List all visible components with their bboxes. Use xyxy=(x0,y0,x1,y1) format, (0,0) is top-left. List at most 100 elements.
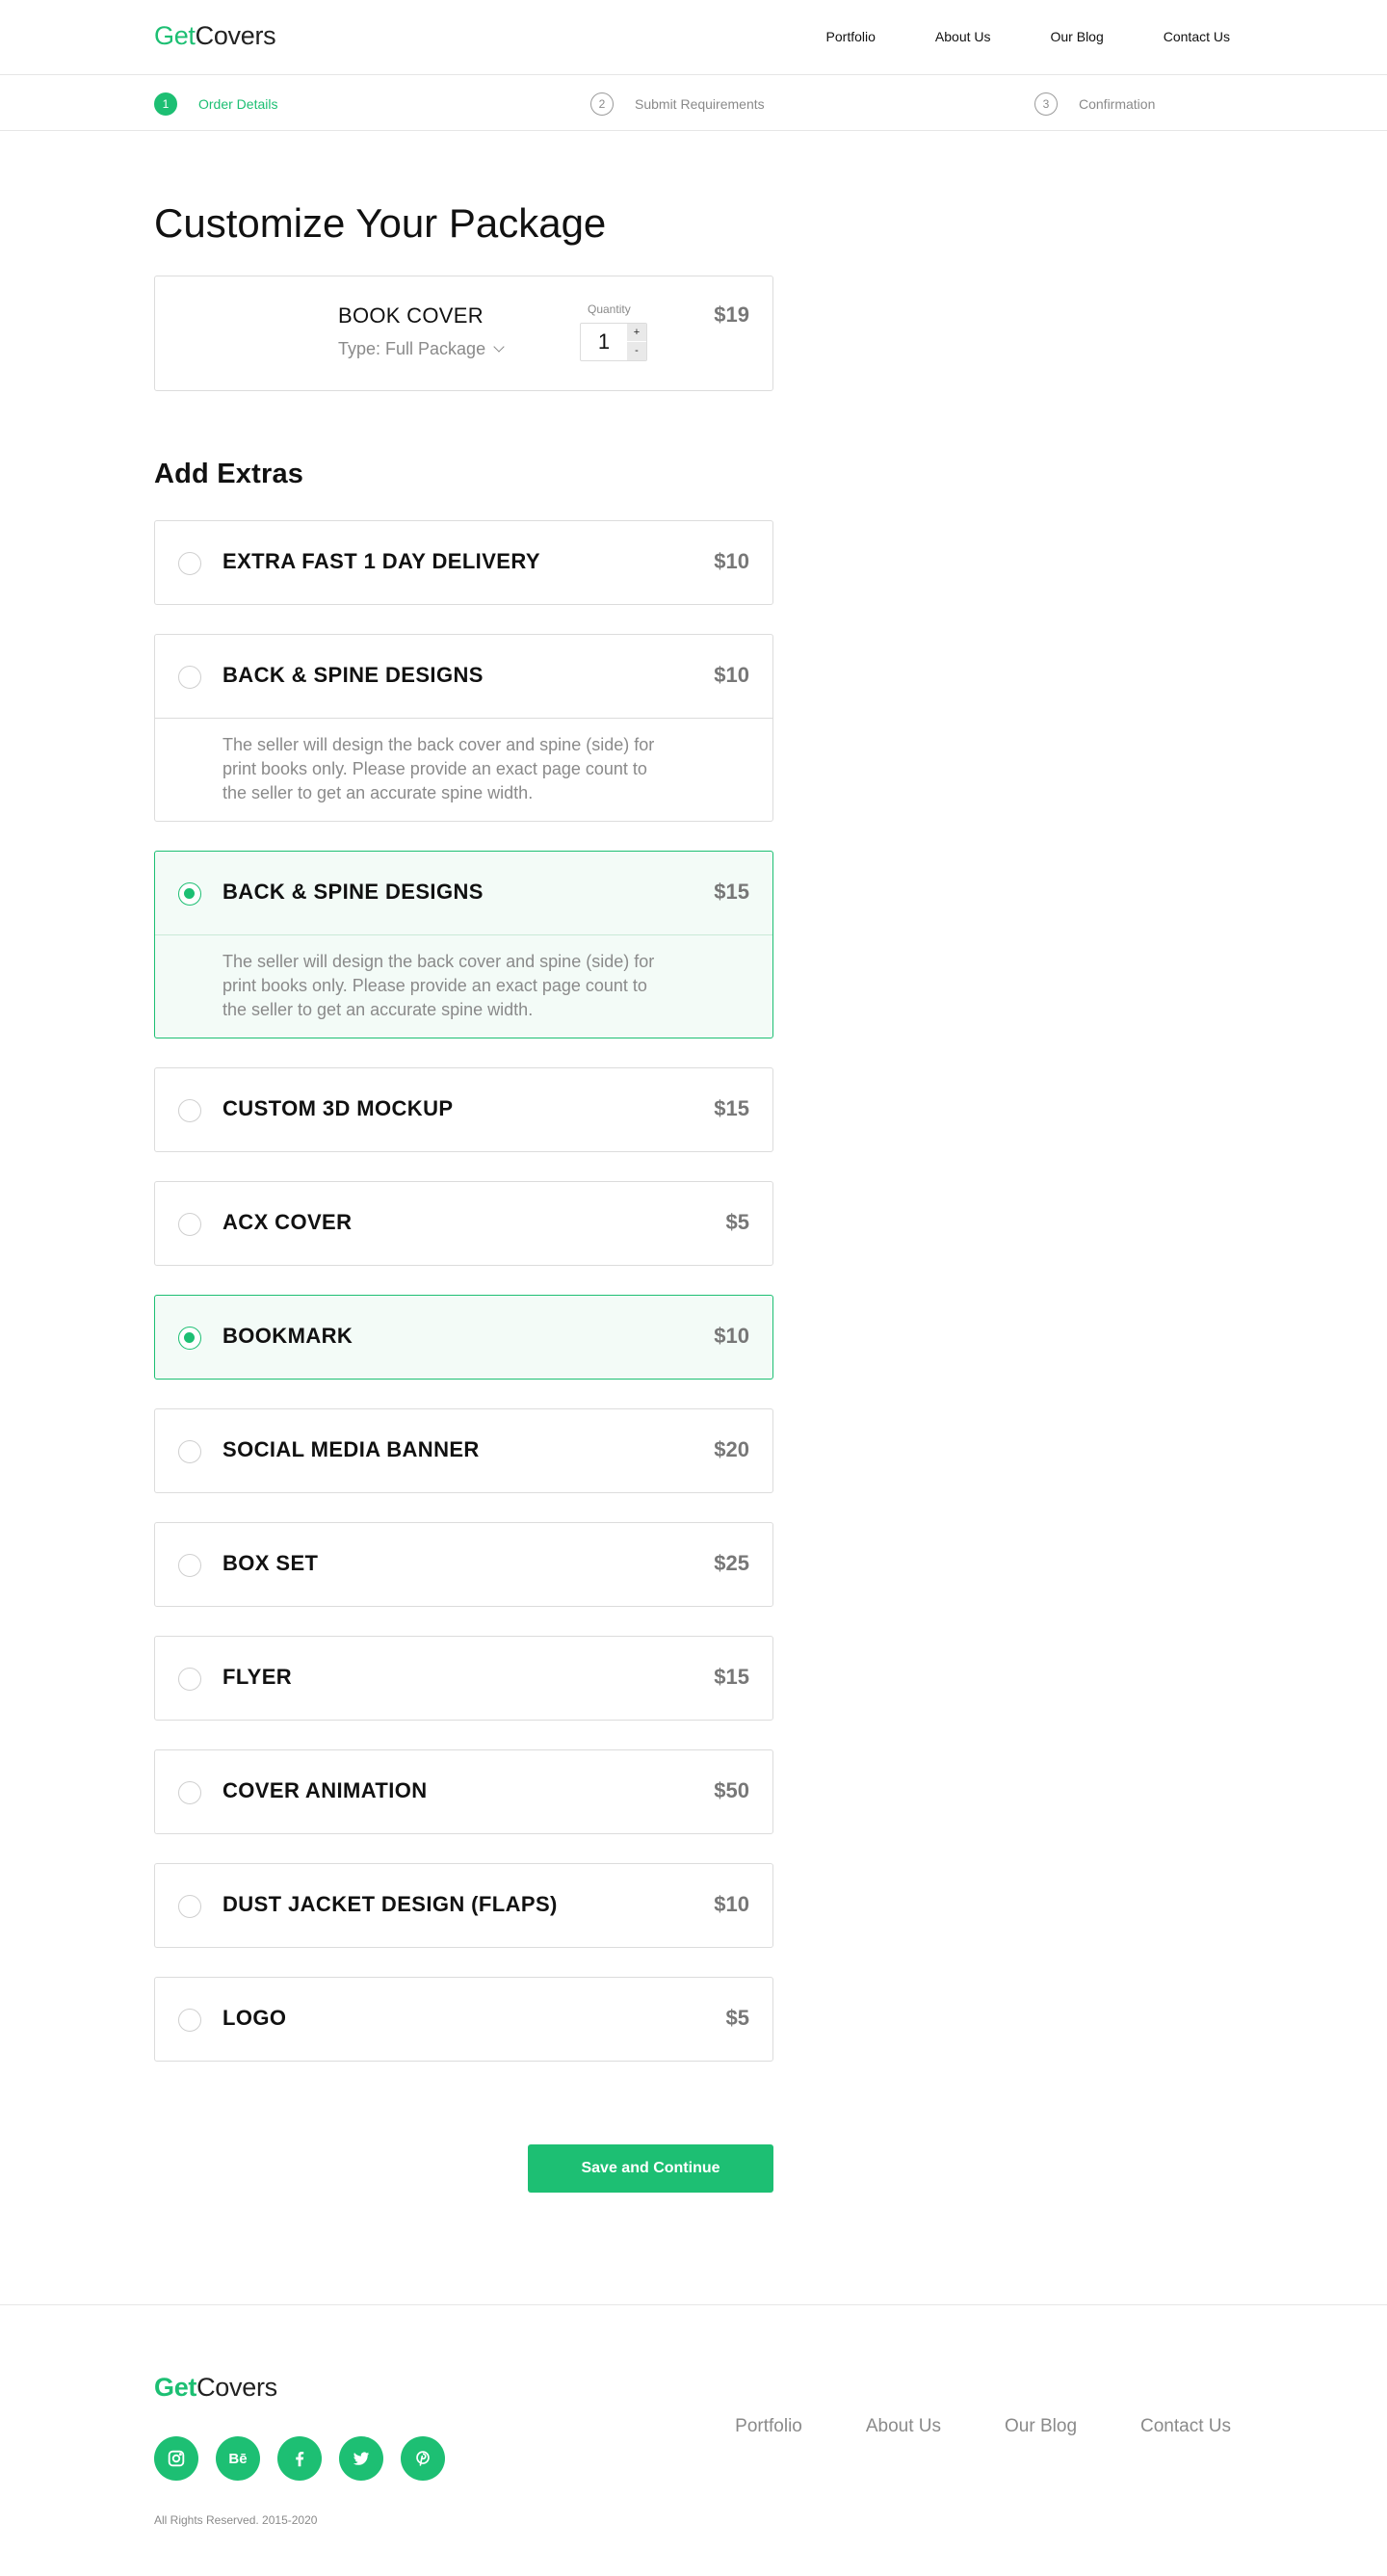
extra-radio-button[interactable] xyxy=(178,1213,201,1236)
extra-option-price: $50 xyxy=(714,1778,749,1802)
extra-option-name: ACX COVER xyxy=(222,1210,353,1234)
extra-radio-button[interactable] xyxy=(178,1781,201,1804)
brand-logo-covers: Covers xyxy=(195,21,276,50)
extra-radio-button[interactable] xyxy=(178,2009,201,2032)
facebook-icon xyxy=(296,2451,304,2467)
package-price: $19 xyxy=(714,302,749,327)
extra-option: SOCIAL MEDIA BANNER $20 xyxy=(154,1408,773,1493)
brand-logo[interactable]: GetCovers xyxy=(154,21,276,51)
extra-option-price: $10 xyxy=(714,549,749,573)
step-number: 3 xyxy=(1034,92,1058,116)
step-label: Order Details xyxy=(198,96,278,112)
extra-option: ACX COVER $5 xyxy=(154,1181,773,1266)
extras-list: EXTRA FAST 1 DAY DELIVERY $10 BACK & SPINE… xyxy=(154,520,773,2090)
package-type-label: Type: Full Package xyxy=(338,339,486,358)
footer-logo-covers: Covers xyxy=(196,2373,277,2402)
extra-option: COVER ANIMATION $50 xyxy=(154,1749,773,1834)
extra-option-header[interactable]: SOCIAL MEDIA BANNER $20 xyxy=(155,1409,772,1492)
extra-option: CUSTOM 3D MOCKUP $15 xyxy=(154,1067,773,1152)
extra-option-price: $5 xyxy=(725,2006,749,2030)
extra-option-header[interactable]: FLYER $15 xyxy=(155,1637,772,1720)
package-name: BOOK COVER xyxy=(338,303,484,328)
nav-about-us[interactable]: About Us xyxy=(935,29,991,44)
copyright-text: All Rights Reserved. 2015-2020 xyxy=(154,2513,318,2527)
extra-option-header[interactable]: COVER ANIMATION $50 xyxy=(155,1750,772,1833)
step-submit-requirements[interactable]: 2 Submit Requirements xyxy=(590,92,765,116)
extra-option-name: SOCIAL MEDIA BANNER xyxy=(222,1437,480,1461)
extra-option: BACK & SPINE DESIGNS $15 The seller will d… xyxy=(154,851,773,1038)
extra-radio-button[interactable] xyxy=(178,1554,201,1577)
extra-radio-button[interactable] xyxy=(178,552,201,575)
step-confirmation[interactable]: 3 Confirmation xyxy=(1034,92,1155,116)
extra-radio-button[interactable] xyxy=(178,882,201,906)
footer-logo[interactable]: GetCovers xyxy=(154,2373,277,2403)
instagram-link[interactable] xyxy=(154,2436,198,2481)
quantity-label: Quantity xyxy=(588,302,631,316)
facebook-link[interactable] xyxy=(277,2436,322,2481)
nav-our-blog[interactable]: Our Blog xyxy=(1051,29,1104,44)
extra-option-header[interactable]: ACX COVER $5 xyxy=(155,1182,772,1265)
extra-option-price: $10 xyxy=(714,1324,749,1348)
extra-option-header[interactable]: EXTRA FAST 1 DAY DELIVERY $10 xyxy=(155,521,772,604)
extra-option-description: The seller will design the back cover an… xyxy=(155,718,772,821)
site-footer: GetCovers Bē All Rights Reserved. 2015-2… xyxy=(0,2304,1387,2555)
footer-nav-portfolio[interactable]: Portfolio xyxy=(735,2416,802,2437)
extra-option-price: $25 xyxy=(714,1551,749,1575)
extra-option: FLYER $15 xyxy=(154,1636,773,1721)
step-label: Submit Requirements xyxy=(635,96,765,112)
extra-option-header[interactable]: LOGO $5 xyxy=(155,1978,772,2061)
extra-option-name: BOX SET xyxy=(222,1551,319,1575)
quantity-input[interactable]: 1 xyxy=(581,324,627,360)
package-card: BOOK COVER Type: Full Package Quantity 1… xyxy=(154,276,773,391)
quantity-increment-button[interactable]: + xyxy=(627,324,646,342)
extra-option: BOOKMARK $10 xyxy=(154,1295,773,1380)
package-type-dropdown[interactable]: Type: Full Package xyxy=(338,339,505,359)
extra-option-name: EXTRA FAST 1 DAY DELIVERY xyxy=(222,549,540,573)
extra-option-price: $10 xyxy=(714,663,749,687)
behance-link[interactable]: Bē xyxy=(216,2436,260,2481)
footer-logo-get: Get xyxy=(154,2373,197,2402)
nav-contact-us[interactable]: Contact Us xyxy=(1164,29,1230,44)
extra-option-name: DUST JACKET DESIGN (FLAPS) xyxy=(222,1892,558,1916)
extra-option-name: CUSTOM 3D MOCKUP xyxy=(222,1096,454,1120)
extra-option-name: COVER ANIMATION xyxy=(222,1778,428,1802)
extra-option-price: $15 xyxy=(714,880,749,904)
extra-option: LOGO $5 xyxy=(154,1977,773,2062)
extra-option-price: $15 xyxy=(714,1096,749,1120)
footer-nav-about-us[interactable]: About Us xyxy=(866,2416,941,2437)
extra-option-header[interactable]: CUSTOM 3D MOCKUP $15 xyxy=(155,1068,772,1151)
extra-option-price: $15 xyxy=(714,1665,749,1689)
extra-option-header[interactable]: BOX SET $25 xyxy=(155,1523,772,1606)
nav-portfolio[interactable]: Portfolio xyxy=(826,29,876,44)
extra-radio-button[interactable] xyxy=(178,666,201,689)
extra-option-header[interactable]: BOOKMARK $10 xyxy=(155,1296,772,1379)
quantity-decrement-button[interactable]: - xyxy=(627,342,646,360)
step-order-details[interactable]: 1 Order Details xyxy=(154,92,277,116)
extra-option: BACK & SPINE DESIGNS $10 The seller will d… xyxy=(154,634,773,822)
extra-option-header[interactable]: DUST JACKET DESIGN (FLAPS) $10 xyxy=(155,1864,772,1947)
extra-option-header[interactable]: BACK & SPINE DESIGNS $10 xyxy=(155,635,772,718)
footer-nav-contact-us[interactable]: Contact Us xyxy=(1140,2416,1231,2437)
extra-radio-button[interactable] xyxy=(178,1099,201,1122)
twitter-link[interactable] xyxy=(339,2436,383,2481)
step-label: Confirmation xyxy=(1079,96,1156,112)
footer-nav-our-blog[interactable]: Our Blog xyxy=(1005,2416,1077,2437)
extra-option-name: LOGO xyxy=(222,2006,287,2030)
extra-option-name: FLYER xyxy=(222,1665,293,1689)
save-and-continue-button[interactable]: Save and Continue xyxy=(528,2144,773,2193)
main-content: Customize Your Package BOOK COVER Type: … xyxy=(0,131,1387,2304)
step-number: 2 xyxy=(590,92,614,116)
extra-radio-button[interactable] xyxy=(178,1895,201,1918)
instagram-icon xyxy=(168,2450,185,2467)
pinterest-link[interactable] xyxy=(401,2436,445,2481)
extra-option: EXTRA FAST 1 DAY DELIVERY $10 xyxy=(154,520,773,605)
extra-radio-button[interactable] xyxy=(178,1440,201,1463)
extra-option: DUST JACKET DESIGN (FLAPS) $10 xyxy=(154,1863,773,1948)
extra-radio-button[interactable] xyxy=(178,1668,201,1691)
extra-option-header[interactable]: BACK & SPINE DESIGNS $15 xyxy=(155,852,772,934)
checkout-steps: 1 Order Details 2 Submit Requirements 3 … xyxy=(0,75,1387,131)
brand-logo-get: Get xyxy=(154,21,196,50)
extra-option-description: The seller will design the back cover an… xyxy=(155,934,772,1038)
twitter-icon xyxy=(353,2452,370,2465)
extra-radio-button[interactable] xyxy=(178,1327,201,1350)
